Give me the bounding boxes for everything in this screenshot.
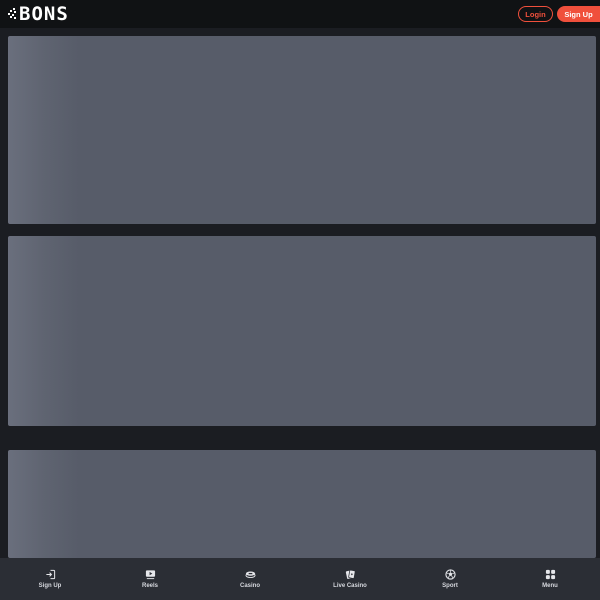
nav-item-reels[interactable]: Reels (100, 558, 200, 600)
bottom-navigation: Sign Up Reels Casino Live Casino Sport M… (0, 558, 600, 600)
nav-item-sport[interactable]: Sport (400, 558, 500, 600)
reels-icon (145, 570, 155, 580)
top-header: BONS Login Sign Up (0, 0, 600, 28)
nav-item-casino[interactable]: Casino (200, 558, 300, 600)
header-actions: Login Sign Up (518, 6, 600, 22)
content-placeholder-1 (8, 36, 596, 224)
login-button[interactable]: Login (518, 6, 553, 22)
live-cards-icon (345, 569, 356, 579)
nav-label: Menu (542, 583, 558, 589)
nav-item-menu[interactable]: Menu (500, 558, 600, 600)
brand-logo[interactable]: BONS (8, 0, 69, 28)
soccer-ball-icon (444, 569, 456, 580)
casino-chips-icon (244, 571, 256, 578)
nav-item-sign-up[interactable]: Sign Up (0, 558, 100, 600)
signup-button[interactable]: Sign Up (557, 6, 600, 22)
nav-item-live-casino[interactable]: Live Casino (300, 558, 400, 600)
logo-text: BONS (19, 2, 69, 25)
logo-dots-icon (8, 8, 16, 19)
nav-label: Sport (442, 583, 458, 589)
content-placeholder-3 (8, 450, 596, 558)
sign-in-icon (45, 569, 55, 580)
content-placeholder-2 (8, 236, 596, 426)
nav-label: Casino (239, 583, 260, 589)
nav-label: Reels (141, 583, 158, 589)
grid-menu-icon (545, 569, 555, 580)
nav-label: Live Casino (333, 583, 367, 589)
nav-label: Sign Up (38, 583, 62, 589)
